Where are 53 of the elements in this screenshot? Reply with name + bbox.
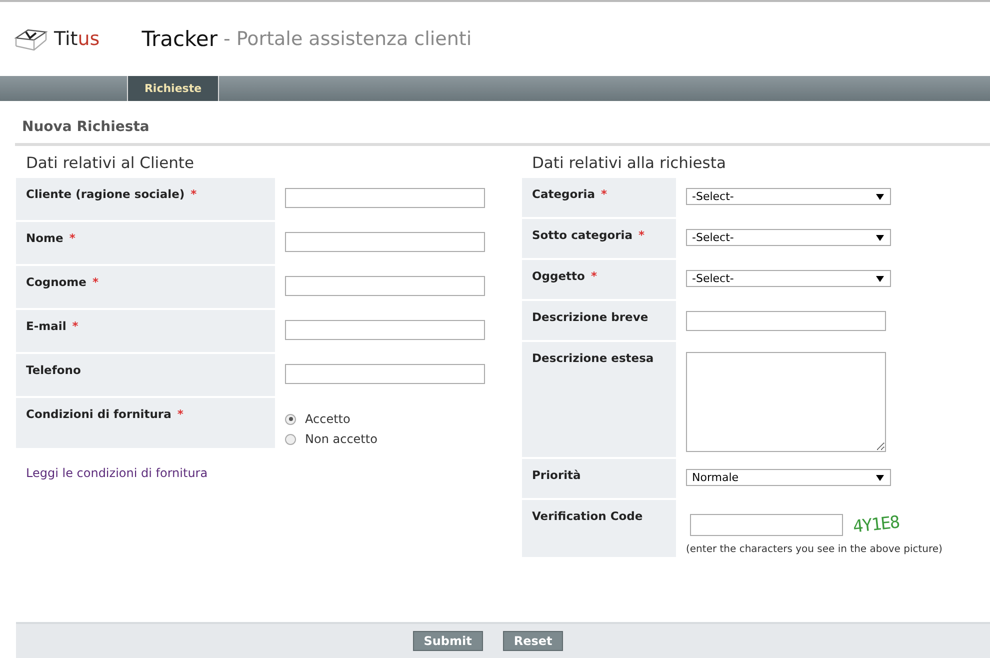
section-title: Dati relativi alla richiesta [531, 153, 727, 174]
field-label: Cognome [26, 275, 86, 289]
radio-button[interactable] [285, 434, 296, 444]
app-subtitle: - Portale assistenza clienti [223, 28, 472, 50]
field-label: Nome [26, 231, 64, 245]
required-mark: * [177, 407, 184, 421]
field-label: Condizioni di fornitura [26, 407, 172, 421]
required-mark: * [601, 187, 608, 201]
input-field[interactable] [285, 188, 485, 208]
field-label: Telefono [26, 363, 81, 377]
dropdown[interactable]: -Select- [686, 229, 891, 246]
field-label: Priorità [532, 468, 581, 482]
required-mark: * [590, 269, 597, 283]
field-label: E-mail [26, 319, 66, 333]
field-label: Oggetto [532, 269, 585, 283]
required-mark: * [190, 187, 197, 201]
input-field[interactable] [285, 320, 485, 340]
required-mark: * [72, 319, 78, 333]
field-label: Cliente (ragione sociale) [26, 187, 185, 201]
caret-icon [876, 276, 884, 282]
field-label: Categoria [532, 187, 596, 201]
required-mark: * [92, 275, 98, 289]
input-field[interactable] [285, 364, 485, 384]
logo-text: Titus [54, 28, 100, 50]
radio-label: Non accetto [305, 432, 378, 446]
page-title: Nuova Richiesta [15, 119, 990, 146]
section-title: Dati relativi al Cliente [25, 153, 196, 174]
input-field[interactable] [285, 276, 485, 296]
captcha-hint: (enter the characters you see in the above picture) [686, 544, 942, 555]
conditions-link[interactable]: Leggi le condizioni di fornitura [26, 466, 208, 480]
required-mark: * [638, 228, 644, 242]
text-area[interactable] [686, 352, 886, 452]
input-field[interactable] [690, 514, 843, 536]
dropdown[interactable]: Normale [686, 469, 891, 486]
input-field[interactable] [686, 311, 886, 331]
field-label: Descrizione breve [532, 310, 648, 324]
submit-button[interactable]: Submit [412, 631, 483, 651]
reset-button[interactable]: Reset [502, 631, 564, 651]
caret-icon [876, 234, 884, 240]
dropdown[interactable]: -Select- [686, 270, 891, 287]
captcha-code: 4Y1E8 [852, 512, 900, 538]
input-field[interactable] [285, 232, 485, 252]
field-label: Sotto categoria [532, 228, 632, 242]
app-name: Tracker [142, 27, 218, 51]
caret-icon [876, 474, 884, 480]
field-label: Descrizione estesa [532, 351, 654, 365]
radio-button[interactable] [285, 414, 296, 424]
required-mark: * [69, 231, 76, 245]
caret-icon [876, 194, 884, 200]
nav-tab[interactable]: Richieste [127, 76, 219, 101]
field-label: Verification Code [532, 509, 643, 523]
dropdown[interactable]: -Select- [686, 188, 891, 205]
radio-label: Accetto [305, 412, 350, 426]
